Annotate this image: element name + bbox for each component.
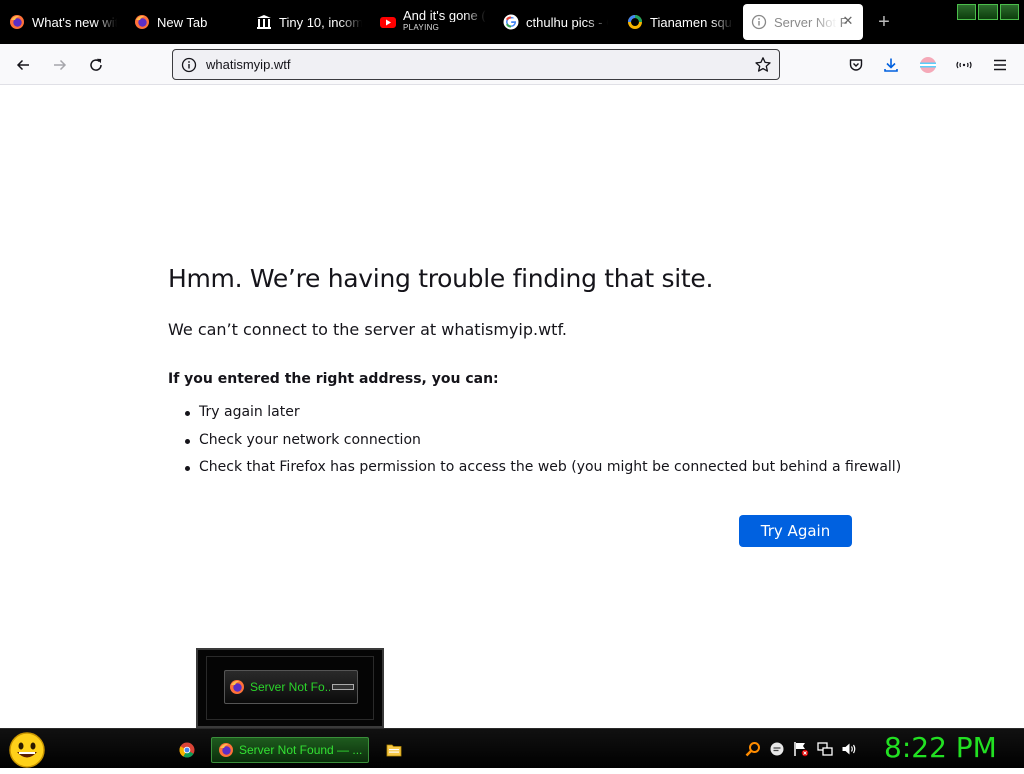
tray-search[interactable] [745, 741, 761, 757]
site-info-icon[interactable] [181, 57, 197, 73]
back-button[interactable] [10, 52, 36, 78]
nav-bar: whatismyip.wtf [0, 44, 1024, 85]
tab-new-tab[interactable]: New Tab [134, 4, 242, 40]
forward-button[interactable] [47, 52, 73, 78]
extension-button[interactable] [915, 52, 941, 78]
flag-icon [794, 742, 809, 757]
forward-arrow-icon [54, 59, 67, 71]
speaker-icon [842, 743, 856, 755]
minimize-button[interactable] [957, 4, 977, 20]
tab-server-not-found[interactable]: Server Not F ✕ [743, 4, 863, 40]
reload-button[interactable] [83, 52, 109, 78]
close-tab-icon[interactable]: ✕ [841, 14, 855, 28]
youtube-icon [380, 14, 396, 30]
tab-strip: What's new with New Tab Tiny 10, incomp … [0, 0, 1024, 44]
tray-messenger[interactable] [769, 741, 785, 757]
reload-icon [90, 58, 102, 71]
tray-volume[interactable] [841, 741, 857, 757]
pocket-icon [849, 59, 863, 71]
google-icon [503, 14, 519, 30]
info-icon [751, 14, 767, 30]
url-bar[interactable]: whatismyip.wtf [172, 49, 780, 80]
taskbar-firefox-window[interactable]: Server Not Found — ... [211, 737, 369, 763]
chrome-icon [179, 742, 195, 758]
error-page: Hmm. We’re having trouble finding that s… [0, 86, 1024, 728]
tab-tiny10[interactable]: Tiny 10, incomp [256, 4, 362, 40]
audio-waves-icon [956, 61, 972, 69]
taskbar-thumbnail-preview[interactable]: Server Not Fo... [196, 648, 384, 728]
menu-button[interactable] [987, 52, 1013, 78]
museum-icon [256, 14, 272, 30]
firefox-icon [219, 743, 233, 757]
taskbar-firefox-title: Server Not Found — ... [239, 743, 363, 757]
tray-network[interactable] [817, 741, 833, 757]
tab-and-its-gone[interactable]: And it's gone ( PLAYING [380, 4, 486, 40]
try-again-button[interactable]: Try Again [739, 515, 852, 547]
ring-icon [627, 14, 643, 30]
network-icon [817, 742, 833, 756]
chat-icon [770, 742, 784, 756]
back-arrow-icon [16, 59, 29, 71]
taskbar-file-explorer[interactable] [384, 737, 404, 763]
hamburger-menu-icon [994, 59, 1006, 71]
thumbnail-title: Server Not Fo... [250, 680, 330, 694]
tab-label: New Tab [157, 14, 208, 30]
close-window-button[interactable] [999, 4, 1019, 20]
download-icon [884, 58, 898, 72]
thumbnail-minimize-bar [332, 684, 354, 690]
pocket-button[interactable] [843, 52, 869, 78]
list-item: Check that Firefox has permission to acc… [185, 459, 901, 487]
taskbar-chrome[interactable] [177, 737, 197, 763]
extension-icon [920, 57, 936, 73]
taskbar: Server Not Found — ... 8:22 PM [0, 728, 1024, 768]
tab-cthulhu-pics[interactable]: cthulhu pics - G [503, 4, 608, 40]
extension-button-2[interactable] [951, 52, 977, 78]
suggestions-heading: If you entered the right address, you ca… [168, 371, 499, 387]
taskbar-clock[interactable]: 8:22 PM [884, 731, 997, 764]
tab-whats-new[interactable]: What's new with [9, 4, 117, 40]
new-tab-button[interactable]: + [874, 12, 894, 32]
window-controls [957, 4, 1019, 20]
list-item: Check your network connection [185, 432, 901, 460]
tab-tianamen[interactable]: Tianamen squa [627, 4, 733, 40]
suggestions-list: Try again later Check your network conne… [185, 404, 901, 487]
thumbnail-window[interactable]: Server Not Fo... [224, 670, 358, 704]
search-icon [745, 742, 760, 757]
url-text[interactable]: whatismyip.wtf [206, 57, 291, 72]
firefox-icon [229, 679, 245, 695]
list-item: Try again later [185, 404, 901, 432]
firefox-icon [134, 14, 150, 30]
error-title: Hmm. We’re having trouble finding that s… [168, 264, 714, 293]
downloads-button[interactable] [878, 52, 904, 78]
firefox-icon [9, 14, 25, 30]
tray-action-center[interactable] [793, 741, 809, 757]
bookmark-star-icon[interactable] [754, 56, 772, 74]
error-description: We can’t connect to the server at whatis… [168, 320, 567, 339]
maximize-button[interactable] [978, 4, 998, 20]
start-button[interactable] [8, 731, 46, 769]
folder-icon [386, 744, 402, 757]
smiley-start-icon [9, 732, 45, 768]
